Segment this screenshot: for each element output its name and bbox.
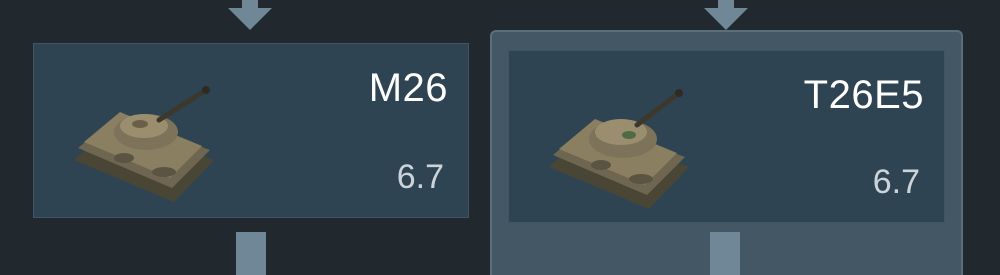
tank-icon bbox=[74, 86, 214, 202]
tree-connector bbox=[710, 232, 740, 275]
tank-icon bbox=[549, 89, 689, 209]
battle-rating: 6.7 bbox=[872, 163, 920, 201]
connector-arrow-down-icon bbox=[704, 0, 748, 30]
vehicle-name: M26 bbox=[368, 66, 448, 110]
vehicle-name: T26E5 bbox=[803, 73, 924, 117]
tree-connector bbox=[236, 232, 266, 275]
battle-rating: 6.7 bbox=[396, 158, 444, 196]
connector-arrow-down-icon bbox=[228, 0, 272, 30]
vehicle-card-m26[interactable]: M26 6.7 bbox=[33, 43, 469, 218]
vehicle-card-t26e5[interactable]: T26E5 6.7 bbox=[508, 50, 945, 223]
